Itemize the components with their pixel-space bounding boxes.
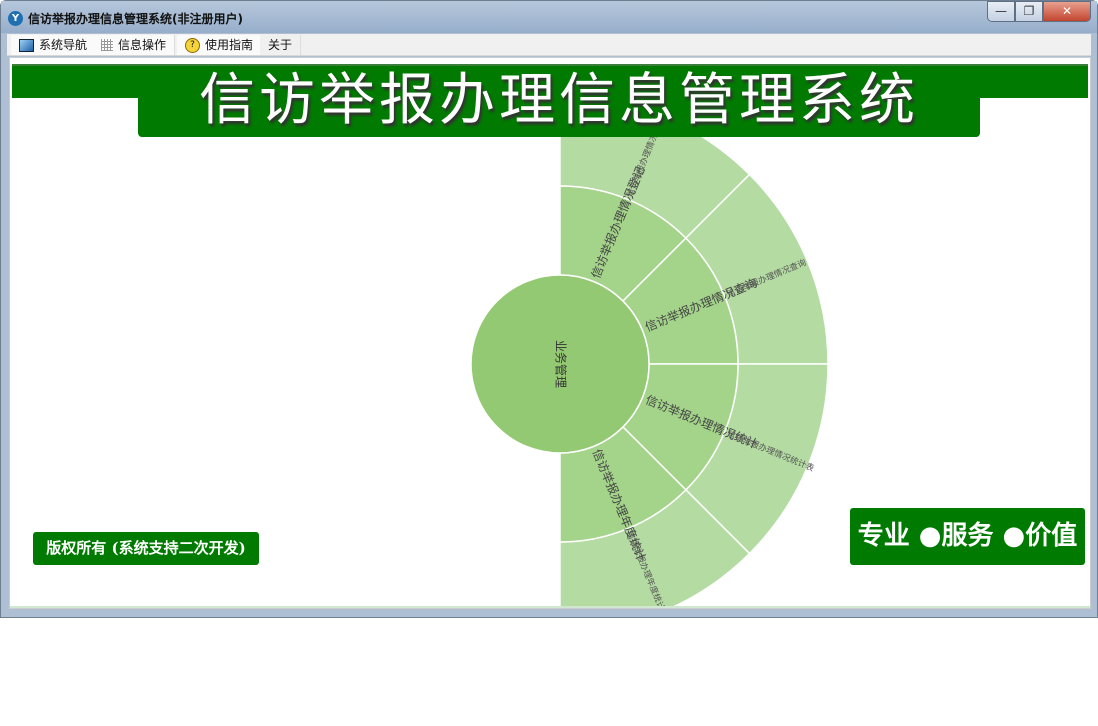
menu-label: 关于: [268, 38, 293, 52]
app-window: Y 信访举报办理信息管理系统(非注册用户) — ❐ ✕ 系统导航 信息操作 ? …: [0, 0, 1098, 618]
minimize-button[interactable]: —: [987, 1, 1015, 22]
menu-label: 信息操作: [118, 38, 167, 52]
copyright-badge: 版权所有 (系统支持二次开发): [33, 532, 259, 565]
menu-about[interactable]: 关于: [260, 35, 302, 55]
menu-bar: 系统导航 信息操作 ? 使用指南 关于: [7, 34, 1091, 56]
slogan-badge: 专业 ●服务 ●价值: [850, 508, 1085, 565]
menu-label: 系统导航: [39, 38, 88, 52]
grid-icon: [101, 39, 113, 51]
close-button[interactable]: ✕: [1043, 1, 1091, 22]
app-logo-icon: Y: [8, 11, 23, 26]
menu-user-guide[interactable]: ? 使用指南: [177, 35, 263, 55]
help-icon: ?: [185, 37, 200, 53]
main-content: 信访举报办理情况登记 信访举报办理情况登记 信访举报办理情况查询 信访举报办理情况查询…: [9, 57, 1091, 609]
menu-label: 使用指南: [205, 38, 254, 52]
title-bar[interactable]: Y 信访举报办理信息管理系统(非注册用户) — ❐ ✕: [1, 1, 1097, 33]
menu-info-ops[interactable]: 信息操作: [93, 35, 176, 55]
window-title: 信访举报办理信息管理系统(非注册用户): [28, 12, 243, 26]
banner-title: 信访举报办理信息管理系统: [138, 66, 980, 137]
sunburst-center-label: 业务管理: [554, 340, 569, 388]
menu-system-nav[interactable]: 系统导航: [11, 35, 97, 55]
restore-button[interactable]: ❐: [1015, 1, 1043, 22]
monitor-icon: [19, 38, 34, 52]
bottom-divider: [10, 606, 1090, 608]
